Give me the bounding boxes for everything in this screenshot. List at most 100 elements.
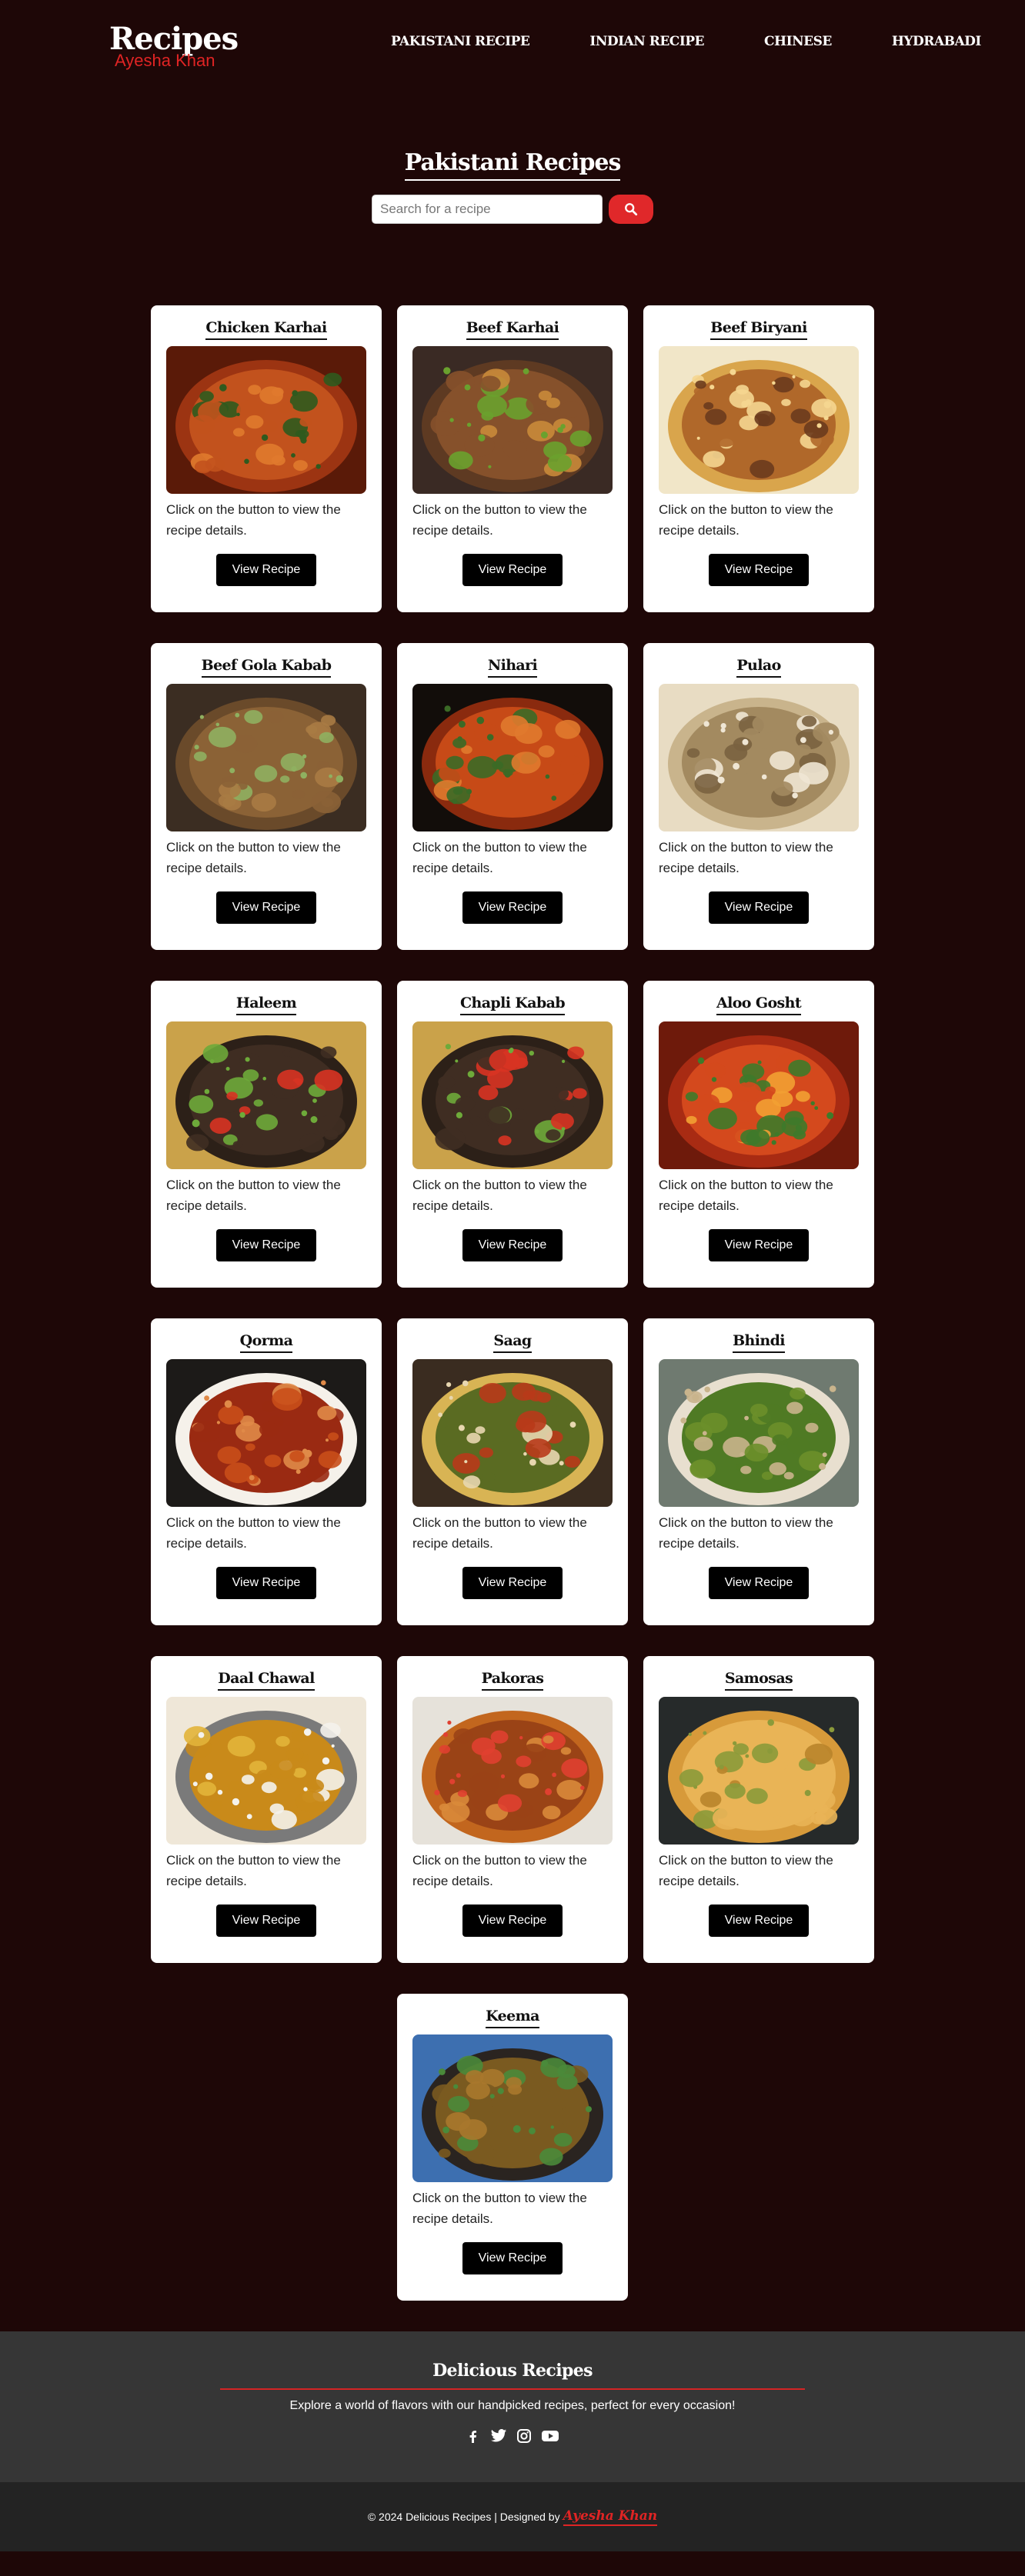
recipe-image xyxy=(659,346,859,494)
recipe-description: Click on the button to view the recipe d… xyxy=(412,840,587,875)
recipe-title: Beef Gola Kabab xyxy=(201,657,332,678)
recipe-image xyxy=(412,346,613,494)
recipe-description: Click on the button to view the recipe d… xyxy=(659,1515,833,1551)
search-input[interactable] xyxy=(372,195,603,224)
view-recipe-button[interactable]: View Recipe xyxy=(462,1229,563,1261)
hero: Pakistani Recipes xyxy=(0,115,1025,224)
recipe-image xyxy=(412,1697,613,1845)
recipe-description: Click on the button to view the recipe d… xyxy=(659,1178,833,1213)
recipe-title: Chicken Karhai xyxy=(205,319,327,340)
recipe-card-saag: Saag Click on the button to view the rec… xyxy=(397,1318,628,1625)
recipe-title: Aloo Gosht xyxy=(716,995,802,1015)
view-recipe-button[interactable]: View Recipe xyxy=(462,2242,563,2274)
recipe-grid: Chicken Karhai Click on the button to vi… xyxy=(76,224,949,2301)
recipe-description: Click on the button to view the recipe d… xyxy=(412,1853,587,1888)
recipe-card-keema: Keema Click on the button to view the re… xyxy=(397,1994,628,2301)
recipe-image xyxy=(166,1697,366,1845)
nav-chinese[interactable]: CHINESE xyxy=(764,34,832,49)
search-icon xyxy=(625,203,638,216)
recipe-image xyxy=(412,1021,613,1169)
recipe-description: Click on the button to view the recipe d… xyxy=(166,1178,341,1213)
recipe-image xyxy=(412,1359,613,1507)
recipe-title: Bhindi xyxy=(733,1332,786,1353)
recipe-description: Click on the button to view the recipe d… xyxy=(659,1853,833,1888)
view-recipe-button[interactable]: View Recipe xyxy=(709,1905,809,1937)
recipe-title: Qorma xyxy=(239,1332,293,1353)
instagram-icon[interactable] xyxy=(516,2428,532,2444)
author-link[interactable]: Ayesha Khan xyxy=(563,2508,658,2526)
recipe-card-bhindi: Bhindi Click on the button to view the r… xyxy=(643,1318,874,1625)
logo[interactable]: Recipes Ayesha Khan xyxy=(109,22,263,71)
view-recipe-button[interactable]: View Recipe xyxy=(216,554,316,586)
recipe-title: Keema xyxy=(486,2008,539,2028)
view-recipe-button[interactable]: View Recipe xyxy=(709,1567,809,1599)
nav-indian-recipe[interactable]: INDIAN RECIPE xyxy=(589,34,704,49)
recipe-description: Click on the button to view the recipe d… xyxy=(166,502,341,538)
recipe-title: Beef Karhai xyxy=(466,319,559,340)
recipe-image xyxy=(412,684,613,831)
footer-text: Explore a world of flavors with our hand… xyxy=(289,2399,736,2412)
recipe-image xyxy=(659,1697,859,1845)
recipe-description: Click on the button to view the recipe d… xyxy=(166,840,341,875)
recipe-title: Beef Biryani xyxy=(710,319,807,340)
recipe-card-beef-karhai: Beef Karhai Click on the button to view … xyxy=(397,305,628,612)
recipe-card-pulao: Pulao Click on the button to view the re… xyxy=(643,643,874,950)
view-recipe-button[interactable]: View Recipe xyxy=(462,891,563,924)
view-recipe-button[interactable]: View Recipe xyxy=(216,1229,316,1261)
recipe-description: Click on the button to view the recipe d… xyxy=(412,2191,587,2226)
view-recipe-button[interactable]: View Recipe xyxy=(462,554,563,586)
recipe-description: Click on the button to view the recipe d… xyxy=(412,502,587,538)
recipe-description: Click on the button to view the recipe d… xyxy=(166,1515,341,1551)
recipe-description: Click on the button to view the recipe d… xyxy=(412,1515,587,1551)
nav-hydrabadi[interactable]: HYDRABADI xyxy=(892,34,982,49)
recipe-card-haleem: Haleem Click on the button to view the r… xyxy=(151,981,382,1288)
page-title: Pakistani Recipes xyxy=(404,149,621,181)
recipe-card-samosas: Samosas Click on the button to view the … xyxy=(643,1656,874,1963)
recipe-card-chicken-karhai: Chicken Karhai Click on the button to vi… xyxy=(151,305,382,612)
nav-pakistani-recipe[interactable]: PAKISTANI RECIPE xyxy=(391,34,530,49)
recipe-card-beef-biryani: Beef Biryani Click on the button to view… xyxy=(643,305,874,612)
view-recipe-button[interactable]: View Recipe xyxy=(709,891,809,924)
recipe-card-qorma: Qorma Click on the button to view the re… xyxy=(151,1318,382,1625)
site-header: Recipes Ayesha Khan PAKISTANI RECIPE IND… xyxy=(0,0,1025,115)
footer-title: Delicious Recipes xyxy=(432,2361,593,2381)
recipe-description: Click on the button to view the recipe d… xyxy=(659,502,833,538)
recipe-image xyxy=(412,2034,613,2182)
recipe-card-nihari: Nihari Click on the button to view the r… xyxy=(397,643,628,950)
twitter-icon[interactable] xyxy=(490,2428,507,2444)
search-button[interactable] xyxy=(609,195,653,224)
recipe-card-aloo-gosht: Aloo Gosht Click on the button to view t… xyxy=(643,981,874,1288)
view-recipe-button[interactable]: View Recipe xyxy=(709,554,809,586)
recipe-image xyxy=(659,684,859,831)
social-links xyxy=(0,2428,1025,2444)
recipe-title: Pakoras xyxy=(481,1670,544,1691)
site-footer: Delicious Recipes Explore a world of fla… xyxy=(0,2331,1025,2482)
recipe-title: Saag xyxy=(493,1332,532,1353)
recipe-title: Haleem xyxy=(235,995,297,1015)
recipe-description: Click on the button to view the recipe d… xyxy=(659,840,833,875)
recipe-image xyxy=(659,1359,859,1507)
recipe-image xyxy=(166,346,366,494)
recipe-title: Samosas xyxy=(724,1670,793,1691)
recipe-title: Chapli Kabab xyxy=(459,995,566,1015)
view-recipe-button[interactable]: View Recipe xyxy=(216,1905,316,1937)
recipe-description: Click on the button to view the recipe d… xyxy=(166,1853,341,1888)
facebook-icon[interactable] xyxy=(466,2428,481,2444)
copyright-bar: © 2024 Delicious Recipes | Designed by A… xyxy=(0,2482,1025,2551)
recipe-image xyxy=(166,1021,366,1169)
recipe-title: Pulao xyxy=(736,657,781,678)
view-recipe-button[interactable]: View Recipe xyxy=(462,1905,563,1937)
view-recipe-button[interactable]: View Recipe xyxy=(709,1229,809,1261)
footer-divider xyxy=(220,2388,805,2390)
recipe-card-daal-chawal: Daal Chawal Click on the button to view … xyxy=(151,1656,382,1963)
youtube-icon[interactable] xyxy=(541,2428,559,2444)
search-bar xyxy=(0,195,1025,224)
recipe-image xyxy=(166,1359,366,1507)
view-recipe-button[interactable]: View Recipe xyxy=(462,1567,563,1599)
copyright-text: © 2024 Delicious Recipes | Designed by xyxy=(367,2511,560,2523)
view-recipe-button[interactable]: View Recipe xyxy=(216,1567,316,1599)
view-recipe-button[interactable]: View Recipe xyxy=(216,891,316,924)
recipe-card-beef-gola-kabab: Beef Gola Kabab Click on the button to v… xyxy=(151,643,382,950)
recipe-title: Daal Chawal xyxy=(218,1670,315,1691)
recipe-image xyxy=(166,684,366,831)
